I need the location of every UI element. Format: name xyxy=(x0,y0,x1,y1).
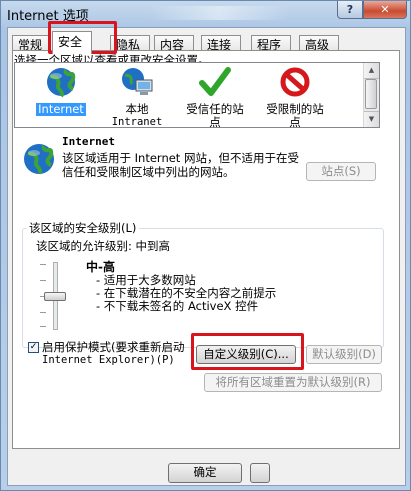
zone-name: Internet xyxy=(62,135,115,148)
zone-trusted-sub: 点 xyxy=(209,115,221,129)
help-button[interactable]: ? xyxy=(337,1,363,19)
sites-button[interactable]: 站点(S) xyxy=(306,162,376,181)
zone-list[interactable]: Internet 本地 Intranet 受信任的站 点 受限制的站 点 ▲ ▼ xyxy=(14,62,380,129)
slider-thumb[interactable] xyxy=(44,292,66,301)
restricted-no-icon xyxy=(280,67,310,97)
zone-local-intranet[interactable]: 本地 Intranet xyxy=(97,66,177,129)
zone-internet-label: Internet xyxy=(36,102,86,116)
scroll-up-arrow-icon[interactable]: ▲ xyxy=(364,63,379,79)
level-detail-line: - 不下载未签名的 ActiveX 控件 xyxy=(96,299,259,313)
zone-list-scrollbar[interactable]: ▲ ▼ xyxy=(363,63,379,127)
trusted-checkmark-icon xyxy=(199,67,231,96)
zone-description: 该区域适用于 Internet 网站，但不适用于在受信任和受限制区域中列出的网站… xyxy=(62,151,299,179)
protected-mode-label-line2: Internet Explorer)(P) xyxy=(42,354,175,366)
allowed-levels-text: 该区域的允许级别: 中到高 xyxy=(36,239,171,253)
zone-restricted-sites[interactable]: 受限制的站 点 xyxy=(255,66,335,129)
close-button[interactable]: ✕ xyxy=(363,1,407,19)
scroll-thumb[interactable] xyxy=(365,79,377,109)
title-glare xyxy=(149,6,289,20)
default-level-button[interactable]: 默认级别(D) xyxy=(306,345,382,364)
zone-local-intranet-label: 本地 xyxy=(125,102,149,116)
slider-tick xyxy=(40,312,46,313)
local-intranet-icon xyxy=(122,68,153,95)
security-level-details: - 适用于大多数网站 - 在下载潜在的不安全内容之前提示 - 不下载未签名的 A… xyxy=(96,274,276,313)
cancel-button-partial[interactable] xyxy=(250,463,270,483)
slider-tick xyxy=(40,264,46,265)
ok-button[interactable]: 确定 xyxy=(168,463,242,483)
security-level-group-label: 该区域的安全级别(L) xyxy=(26,220,140,236)
protected-mode-label: 启用保护模式(要求重新启动 Internet Explorer)(P) xyxy=(42,341,185,367)
slider-tick xyxy=(40,326,46,327)
protected-mode-label-line1: 启用保护模式(要求重新启动 xyxy=(42,340,185,354)
tab-security[interactable]: 安全 xyxy=(52,31,92,54)
slider-tick xyxy=(40,280,46,281)
reset-all-zones-button[interactable]: 将所有区域重置为默认级别(R) xyxy=(204,373,382,392)
zone-restricted-sub: 点 xyxy=(289,115,301,129)
globe-icon xyxy=(47,68,76,98)
security-level-slider[interactable] xyxy=(40,258,70,332)
zone-trusted-sites[interactable]: 受信任的站 点 xyxy=(175,66,255,129)
highlight-custom-level xyxy=(191,333,304,370)
internet-zone-globe-icon xyxy=(24,144,54,175)
zone-local-intranet-sub: Intranet xyxy=(111,116,163,128)
zone-internet[interactable]: Internet xyxy=(21,66,101,116)
protected-mode-checkbox[interactable]: ✓ xyxy=(28,342,39,353)
scroll-down-arrow-icon[interactable]: ▼ xyxy=(364,111,379,127)
